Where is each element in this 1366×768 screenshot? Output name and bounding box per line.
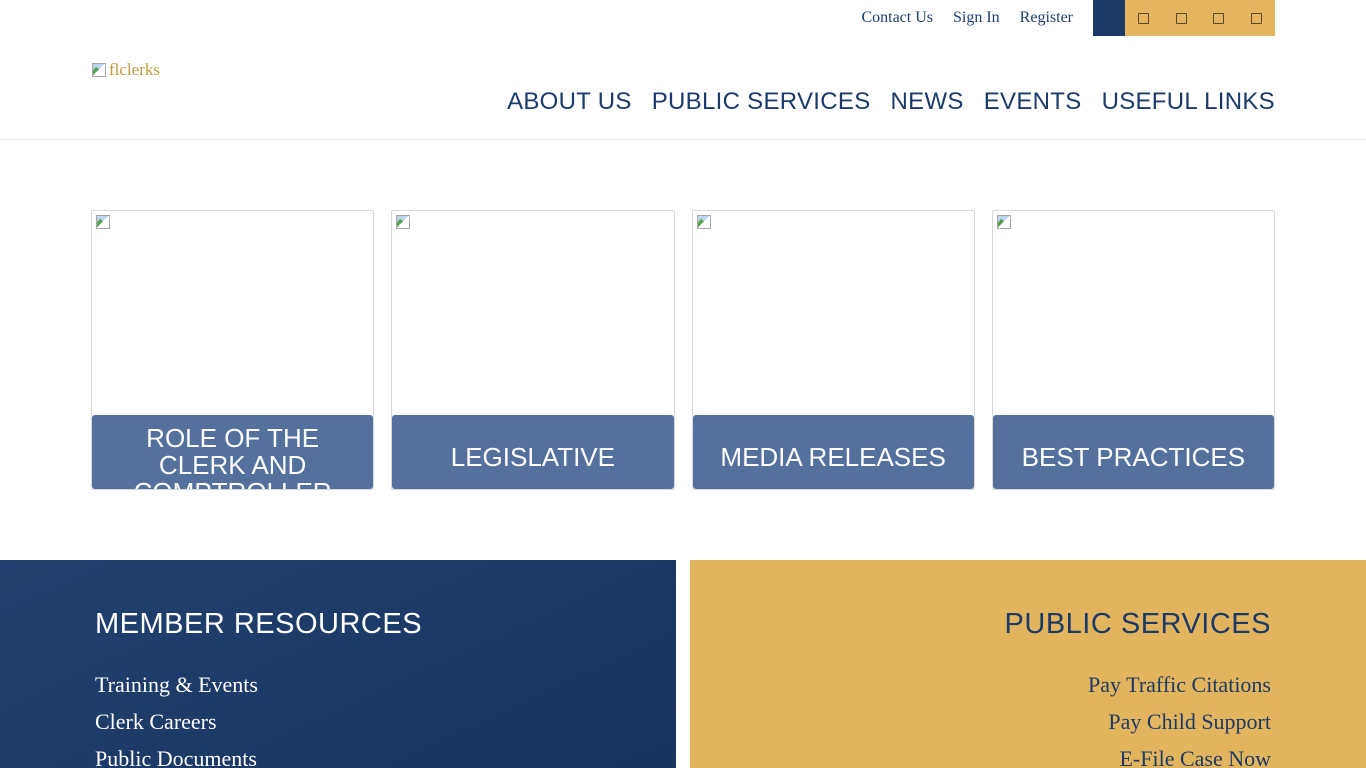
link-public-documents[interactable]: Public Documents [95,740,676,768]
topbar-inner: Contact Us Sign In Register [91,0,1275,36]
nav-useful-links[interactable]: USEFUL LINKS [1102,88,1275,116]
member-resources-panel: MEMBER RESOURCES Training & Events Clerk… [0,560,676,768]
main-content: ROLE OF THE CLERK AND COMPTROLLER LEGISL… [0,210,1366,768]
register-link[interactable]: Register [1020,9,1073,27]
card-legislative[interactable]: LEGISLATIVE [391,210,674,490]
topbar-navy-square-button[interactable] [1093,0,1125,36]
social-link-4[interactable] [1238,0,1276,36]
link-training-events[interactable]: Training & Events [95,666,676,703]
public-services-links: Pay Traffic Citations Pay Child Support … [690,666,1271,768]
broken-image-icon [91,62,107,78]
link-clerk-careers[interactable]: Clerk Careers [95,703,676,740]
nav-about-us[interactable]: ABOUT US [507,88,632,116]
public-services-panel: PUBLIC SERVICES Pay Traffic Citations Pa… [690,560,1366,768]
missing-glyph-icon [1251,13,1262,24]
missing-glyph-icon [1176,13,1187,24]
card-title: LEGISLATIVE [410,444,655,471]
social-link-1[interactable] [1125,0,1163,36]
card-media-releases[interactable]: MEDIA RELEASES [692,210,975,490]
feature-cards: ROLE OF THE CLERK AND COMPTROLLER LEGISL… [91,210,1275,490]
public-services-title: PUBLIC SERVICES [690,608,1271,641]
card-title-band: BEST PRACTICES [993,415,1274,489]
card-title: ROLE OF THE CLERK AND COMPTROLLER [110,425,355,489]
contact-us-link[interactable]: Contact Us [861,9,933,27]
sign-in-link[interactable]: Sign In [953,9,1000,27]
logo-alt-text: flclerks [109,60,160,80]
link-efile-case-now[interactable]: E-File Case Now [690,740,1271,768]
card-title-band: LEGISLATIVE [392,415,673,489]
broken-image-icon [696,214,712,230]
link-pay-child-support[interactable]: Pay Child Support [690,703,1271,740]
main-nav: ABOUT US PUBLIC SERVICES NEWS EVENTS USE… [507,88,1275,116]
social-link-2[interactable] [1163,0,1201,36]
missing-glyph-icon [1213,13,1224,24]
card-title: BEST PRACTICES [1011,444,1256,471]
logo[interactable]: flclerks [91,60,160,80]
bottom-split-section: MEMBER RESOURCES Training & Events Clerk… [0,560,1366,768]
site-header: flclerks ABOUT US PUBLIC SERVICES NEWS E… [0,36,1366,140]
nav-events[interactable]: EVENTS [984,88,1082,116]
topbar: Contact Us Sign In Register [0,0,1366,36]
social-icons-bar [1125,0,1275,36]
broken-image-icon [395,214,411,230]
member-resources-title: MEMBER RESOURCES [95,608,676,641]
card-title-band: MEDIA RELEASES [693,415,974,489]
card-title: MEDIA RELEASES [711,444,956,471]
nav-public-services[interactable]: PUBLIC SERVICES [652,88,871,116]
card-role-of-the-clerk[interactable]: ROLE OF THE CLERK AND COMPTROLLER [91,210,374,490]
social-link-3[interactable] [1200,0,1238,36]
nav-news[interactable]: NEWS [891,88,964,116]
card-best-practices[interactable]: BEST PRACTICES [992,210,1275,490]
member-resources-links: Training & Events Clerk Careers Public D… [95,666,676,768]
link-pay-traffic-citations[interactable]: Pay Traffic Citations [690,666,1271,703]
missing-glyph-icon [1138,13,1149,24]
broken-image-icon [95,214,111,230]
broken-image-icon [996,214,1012,230]
card-title-band: ROLE OF THE CLERK AND COMPTROLLER [92,415,373,489]
